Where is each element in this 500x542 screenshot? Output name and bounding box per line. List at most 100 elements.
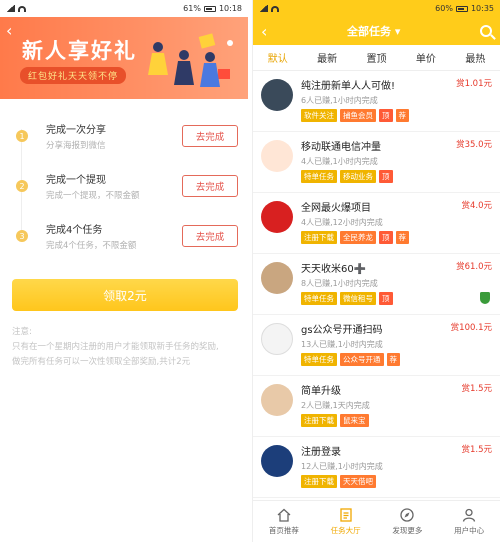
- task-tag: 特单任务: [301, 292, 337, 305]
- back-arrow-icon[interactable]: ‹: [261, 22, 267, 41]
- back-arrow-icon[interactable]: ‹: [6, 21, 12, 40]
- battery-icon: [203, 5, 216, 12]
- task-row[interactable]: 纯注册新单人人可做! 6人已赚,1小时内完成 软件关注 捕鱼会员顶荐赏1.01元: [253, 71, 500, 132]
- battery-icon: [455, 5, 468, 12]
- task-item: 3 完成4个任务 完成4个任务，不限金额 去完成: [16, 211, 238, 261]
- task-tag: 天天借吧: [340, 475, 376, 488]
- search-icon[interactable]: [480, 25, 492, 37]
- tag-group: 特单任务 移动业务顶: [301, 170, 494, 183]
- status-bar: 61% 10:18: [0, 0, 248, 17]
- home-icon: [277, 508, 291, 522]
- task-tag: 注册下载: [301, 231, 337, 244]
- publisher-avatar: [261, 201, 293, 233]
- task-list-icon: [339, 507, 352, 522]
- tag-group: 特单任务 微信租号顶: [301, 292, 494, 305]
- reward-price: 赏1.5元: [461, 384, 492, 394]
- task-meta: 4人已赚,12小时内完成: [301, 218, 383, 227]
- task-tag: 公众号开通: [340, 353, 384, 366]
- reward-price: 赏1.01元: [456, 79, 492, 89]
- task-tag: 荐: [386, 353, 400, 366]
- task-tag: 注册下载: [301, 414, 337, 427]
- go-complete-button[interactable]: 去完成: [182, 225, 238, 247]
- task-tag: 荐: [395, 109, 409, 122]
- task-row[interactable]: 简单升级 2人已赚,1天内完成 注册下载 鼠来宝 赏1.5元: [253, 376, 500, 437]
- publisher-avatar: [261, 140, 293, 172]
- task-row[interactable]: 天天收米60➕ 8人已赚,1小时内完成 特单任务 微信租号顶赏61.0元: [253, 254, 500, 315]
- task-tag: 全民养龙: [340, 231, 376, 244]
- task-meta: 13人已赚,1小时内完成: [301, 340, 383, 349]
- clock: 10:18: [218, 4, 242, 13]
- status-bar: 60% 10:35: [253, 0, 500, 17]
- task-row[interactable]: 注册登录 12人已赚,1小时内完成 注册下载 天天借吧 赏1.5元: [253, 437, 500, 498]
- publisher-avatar: [261, 79, 293, 111]
- publisher-avatar: [261, 323, 293, 355]
- tab-hottest[interactable]: 最热: [451, 45, 500, 70]
- task-list: 1 完成一次分享 分享海报到微信 去完成 2 完成一个提现 完成一个提现，不限金…: [0, 99, 248, 261]
- task-item: 2 完成一个提现 完成一个提现，不限金额 去完成: [16, 161, 238, 211]
- nav-bar: ‹ 全部任务 ▾: [253, 17, 500, 45]
- banner-subtitle: 红包好礼天天领不停: [20, 67, 127, 84]
- task-title: 完成一次分享: [46, 125, 106, 136]
- new-user-reward-screen: 61% 10:18 ‹ 新人享好礼 红包好礼天天领不停 1 完成一次分享 分享海…: [0, 0, 248, 542]
- task-title: 完成4个任务: [46, 225, 103, 236]
- notice-text: 注意: 只有在一个星期内注册的用户才能领取新手任务的奖励, 做完所有任务可以一次…: [12, 327, 219, 367]
- task-tag: 特单任务: [301, 170, 337, 183]
- task-row[interactable]: 全网最火爆项目 4人已赚,12小时内完成 注册下载 全民养龙顶荐赏4.0元: [253, 193, 500, 254]
- tab-task-hall[interactable]: 任务大厅: [315, 501, 377, 542]
- publisher-avatar: [261, 384, 293, 416]
- wifi-icon: [18, 5, 26, 12]
- claim-reward-button[interactable]: 领取2元: [12, 279, 238, 311]
- task-meta: 2人已赚,1天内完成: [301, 401, 370, 410]
- reward-price: 赏61.0元: [456, 262, 492, 272]
- task-meta: 6人已赚,1小时内完成: [301, 96, 378, 105]
- tab-newest[interactable]: 最新: [302, 45, 351, 70]
- task-hall-screen: 60% 10:35 ‹ 全部任务 ▾ 默认 最新 置顶 单价 最热 纯注册新单人…: [252, 0, 500, 542]
- task-tag: 荐: [395, 231, 409, 244]
- task-tag: 注册下载: [301, 475, 337, 488]
- step-number: 2: [16, 180, 28, 192]
- task-row[interactable]: gs公众号开通扫码 13人已赚,1小时内完成 特单任务 公众号开通荐赏100.1元: [253, 315, 500, 376]
- task-desc: 分享海报到微信: [46, 141, 106, 151]
- celebration-illustration: [148, 33, 233, 87]
- tag-group: 注册下载 全民养龙顶荐: [301, 231, 494, 244]
- promo-banner: ‹ 新人享好礼 红包好礼天天领不停: [0, 17, 248, 99]
- task-tag: 软件关注: [301, 109, 337, 122]
- task-tag: 捕鱼会员: [340, 109, 376, 122]
- task-tag: 顶: [379, 292, 393, 305]
- go-complete-button[interactable]: 去完成: [182, 175, 238, 197]
- tag-group: 软件关注 捕鱼会员顶荐: [301, 109, 494, 122]
- clock: 10:35: [470, 4, 494, 13]
- user-icon: [462, 508, 476, 522]
- banner-title: 新人享好礼: [22, 39, 137, 63]
- tab-user-center[interactable]: 用户中心: [438, 501, 500, 542]
- publisher-avatar: [261, 262, 293, 294]
- task-desc: 完成4个任务，不限金额: [46, 241, 137, 251]
- tab-discover[interactable]: 发现更多: [377, 501, 439, 542]
- task-tag: 顶: [379, 170, 393, 183]
- wifi-icon: [271, 5, 279, 12]
- task-tag: 鼠来宝: [340, 414, 369, 427]
- compass-icon: [400, 507, 415, 522]
- task-desc: 完成一个提现，不限金额: [46, 191, 140, 201]
- task-category-dropdown[interactable]: 全部任务 ▾: [347, 23, 400, 39]
- publisher-avatar: [261, 445, 293, 477]
- tab-default[interactable]: 默认: [253, 45, 302, 70]
- tag-group: 注册下载 鼠来宝: [301, 414, 494, 427]
- task-row[interactable]: 移动联通电信冲量 4人已赚,1小时内完成 特单任务 移动业务顶赏35.0元: [253, 132, 500, 193]
- task-meta: 4人已赚,1小时内完成: [301, 157, 378, 166]
- chevron-down-icon: ▾: [394, 25, 401, 38]
- task-meta: 12人已赚,1小时内完成: [301, 462, 383, 471]
- reward-price: 赏4.0元: [461, 201, 492, 211]
- task-tag: 微信租号: [340, 292, 376, 305]
- tag-group: 注册下载 天天借吧: [301, 475, 494, 488]
- tab-home[interactable]: 首页推荐: [253, 501, 315, 542]
- tab-unit-price[interactable]: 单价: [401, 45, 450, 70]
- signal-icon: [259, 5, 268, 12]
- tab-pinned[interactable]: 置顶: [352, 45, 401, 70]
- verified-shield-icon: [480, 292, 490, 304]
- task-tag: 特单任务: [301, 353, 337, 366]
- tag-group: 特单任务 公众号开通荐: [301, 353, 494, 366]
- task-item: 1 完成一次分享 分享海报到微信 去完成: [16, 111, 238, 161]
- reward-price: 赏100.1元: [450, 323, 492, 333]
- go-complete-button[interactable]: 去完成: [182, 125, 238, 147]
